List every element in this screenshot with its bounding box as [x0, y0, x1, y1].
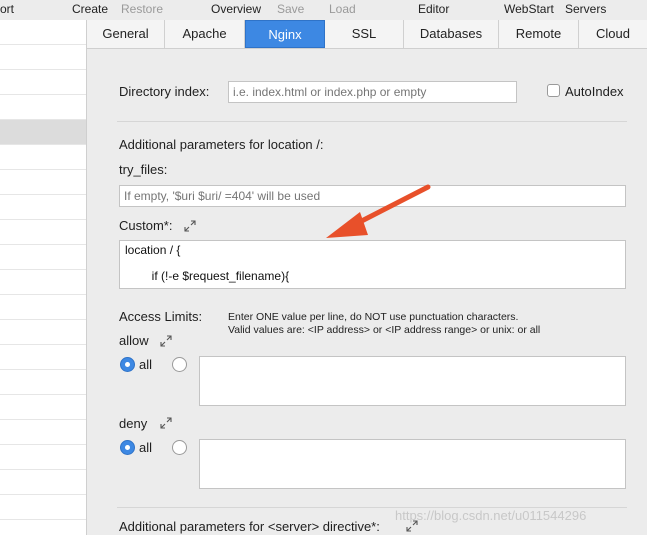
allow-custom-radio[interactable]	[172, 357, 187, 372]
allow-all-radio[interactable]	[120, 357, 135, 372]
tab-cloud[interactable]: Cloud	[579, 20, 647, 48]
sidebar-row[interactable]	[0, 445, 86, 470]
sidebar-row[interactable]	[0, 195, 86, 220]
deny-label: deny	[119, 416, 148, 431]
sidebar-row[interactable]	[0, 270, 86, 295]
toolbar-save-button[interactable]: Save	[277, 2, 304, 16]
custom-label: Custom*:	[119, 218, 173, 233]
toolbar-servers-button[interactable]: Servers	[565, 2, 606, 16]
expand-icon[interactable]	[159, 334, 173, 348]
sidebar-row[interactable]	[0, 295, 86, 320]
access-limits-label: Access Limits:	[119, 309, 203, 324]
deny-all-radio[interactable]	[120, 440, 135, 455]
sidebar-row[interactable]	[0, 220, 86, 245]
sidebar-row[interactable]	[0, 395, 86, 420]
allow-all-label: all	[139, 357, 153, 372]
sidebar-row[interactable]	[0, 170, 86, 195]
tab-ssl[interactable]: SSL	[325, 20, 404, 48]
access-hint-2: Valid values are: <IP address> or <IP ad…	[228, 324, 541, 336]
sidebar-row[interactable]	[0, 320, 86, 345]
tab-bar: General Apache Nginx SSL Databases Remot…	[87, 20, 647, 49]
tab-databases[interactable]: Databases	[404, 20, 499, 48]
autoindex-checkbox[interactable]	[547, 84, 560, 97]
annotation-arrow-icon	[326, 184, 431, 238]
tab-nginx[interactable]: Nginx	[245, 20, 325, 48]
tab-general[interactable]: General	[87, 20, 165, 48]
try-files-label: try_files:	[119, 162, 168, 177]
toolbar: ort Create Restore Overview Save Load Ed…	[0, 0, 647, 20]
server-directive-heading: Additional parameters for <server> direc…	[119, 519, 380, 534]
expand-icon[interactable]	[183, 219, 197, 233]
deny-custom-radio[interactable]	[172, 440, 187, 455]
autoindex-label: AutoIndex	[565, 84, 624, 99]
sidebar-row[interactable]	[0, 495, 86, 520]
allow-label: allow	[119, 333, 149, 348]
sidebar-row[interactable]	[0, 70, 86, 95]
divider	[117, 121, 627, 122]
sidebar-row[interactable]	[0, 470, 86, 495]
sidebar-row[interactable]	[0, 95, 86, 120]
deny-textarea[interactable]	[199, 439, 626, 489]
sidebar-row[interactable]	[0, 370, 86, 395]
directory-index-input[interactable]	[228, 81, 517, 103]
toolbar-webstart-button[interactable]: WebStart	[504, 2, 554, 16]
custom-textarea[interactable]: location / { if (!-e $request_filename){	[119, 240, 626, 289]
sidebar-row[interactable]	[0, 245, 86, 270]
watermark: https://blog.csdn.net/u011544296	[395, 508, 587, 523]
toolbar-overview-button[interactable]: Overview	[211, 2, 261, 16]
nginx-settings-panel: Directory index: AutoIndex Additional pa…	[87, 49, 647, 535]
location-heading: Additional parameters for location /:	[119, 137, 324, 152]
expand-icon[interactable]	[159, 416, 173, 430]
tab-remote[interactable]: Remote	[499, 20, 579, 48]
toolbar-restore-button[interactable]: Restore	[121, 2, 163, 16]
sidebar-row[interactable]	[0, 345, 86, 370]
toolbar-load-button[interactable]: Load	[329, 2, 356, 16]
allow-textarea[interactable]	[199, 356, 626, 406]
directory-index-label: Directory index:	[119, 84, 210, 99]
toolbar-port-button[interactable]: ort	[0, 2, 14, 16]
access-hint-1: Enter ONE value per line, do NOT use pun…	[228, 311, 519, 323]
sidebar-row[interactable]	[0, 45, 86, 70]
sidebar-row[interactable]	[0, 145, 86, 170]
sidebar-row[interactable]	[0, 420, 86, 445]
toolbar-editor-button[interactable]: Editor	[418, 2, 449, 16]
sidebar	[0, 20, 87, 535]
tab-apache[interactable]: Apache	[165, 20, 245, 48]
custom-line-2: if (!-e $request_filename){	[125, 269, 290, 283]
sidebar-row[interactable]	[0, 20, 86, 45]
sidebar-row-selected[interactable]	[0, 120, 86, 145]
toolbar-create-button[interactable]: Create	[72, 2, 108, 16]
deny-all-label: all	[139, 440, 153, 455]
